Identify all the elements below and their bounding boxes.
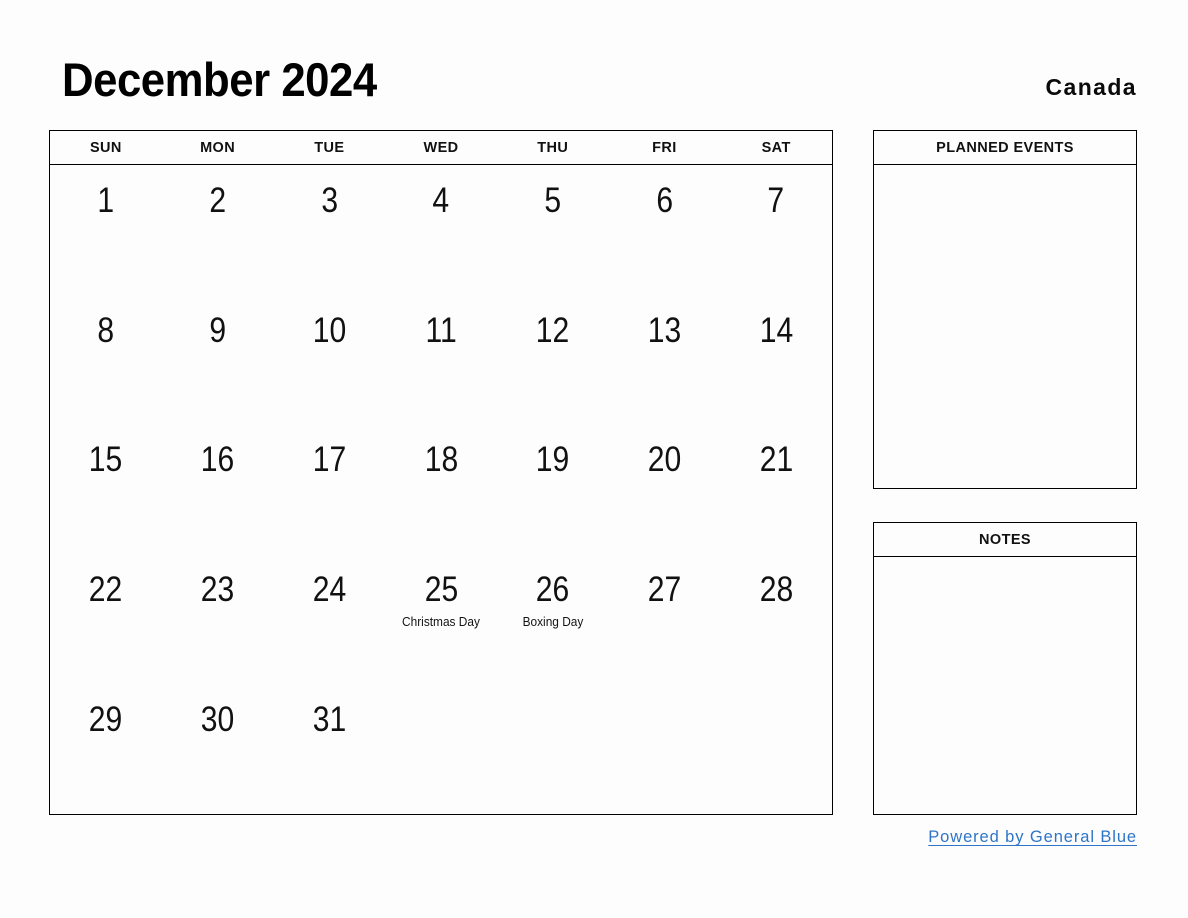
day-cell[interactable]: 5	[497, 165, 609, 295]
day-cell[interactable]: 26 Boxing Day	[497, 554, 609, 684]
calendar-week-row: 22 23 24 25 Christmas Day 26 Boxing Day 27 28	[50, 554, 832, 684]
day-cell[interactable]: 18	[385, 424, 497, 554]
day-number: 14	[759, 310, 793, 350]
day-cell[interactable]: 3	[273, 165, 385, 295]
day-cell-empty	[720, 684, 832, 814]
day-cell[interactable]: 11	[385, 295, 497, 425]
day-cell[interactable]: 20	[609, 424, 721, 554]
day-cell[interactable]: 22	[50, 554, 162, 684]
day-number: 5	[544, 181, 562, 220]
day-cell-empty	[385, 684, 497, 814]
calendar-week-row: 1 2 3 4 5 6 7	[50, 165, 832, 295]
day-number: 9	[209, 310, 226, 350]
weekday-header-fri: FRI	[652, 139, 677, 156]
day-number: 22	[89, 570, 123, 610]
day-cell-empty	[609, 684, 721, 814]
day-number: 7	[767, 181, 785, 220]
day-number: 16	[200, 440, 235, 480]
day-cell[interactable]: 14	[720, 295, 832, 425]
day-number: 6	[656, 181, 673, 220]
day-number: 15	[89, 440, 123, 480]
weekday-header-sun: SUN	[89, 139, 122, 156]
day-cell[interactable]: 4	[385, 165, 497, 295]
day-number: 29	[89, 699, 123, 739]
day-cell[interactable]: 31	[273, 684, 385, 814]
day-event-label: Christmas Day	[402, 615, 480, 630]
day-number: 11	[425, 310, 457, 350]
calendar-week-row: 15 16 17 18 19 20 21	[50, 424, 832, 554]
notes-area[interactable]	[874, 557, 1136, 813]
day-cell[interactable]: 9	[162, 295, 274, 425]
day-number: 31	[312, 699, 347, 739]
country-label: Canada	[1045, 74, 1137, 100]
day-cell-empty	[497, 684, 609, 814]
day-cell[interactable]: 16	[162, 424, 274, 554]
day-number: 17	[312, 440, 347, 480]
day-number: 28	[759, 570, 793, 610]
weekday-header-wed: WED	[423, 139, 459, 156]
day-cell[interactable]: 28	[720, 554, 832, 684]
calendar-week-row: 29 30 31	[50, 684, 832, 814]
day-cell[interactable]: 13	[609, 295, 721, 425]
day-cell[interactable]: 23	[162, 554, 274, 684]
powered-by-link[interactable]: Powered by General Blue	[928, 828, 1137, 846]
day-cell[interactable]: 17	[273, 424, 385, 554]
day-cell[interactable]: 2	[162, 165, 274, 295]
planned-events-title: PLANNED EVENTS	[874, 131, 1136, 165]
day-number: 20	[647, 440, 682, 480]
page-title: December 2024	[62, 53, 377, 106]
day-cell[interactable]: 8	[50, 295, 162, 425]
day-number: 12	[535, 310, 570, 350]
day-cell[interactable]: 25 Christmas Day	[385, 554, 497, 684]
planned-events-panel: PLANNED EVENTS	[873, 130, 1137, 489]
day-number: 27	[647, 570, 682, 610]
weekday-header-tue: TUE	[314, 139, 345, 156]
day-number: 1	[97, 181, 115, 220]
notes-panel: NOTES	[873, 522, 1137, 815]
day-number: 23	[200, 570, 235, 610]
calendar-week-row: 8 9 10 11 12 13 14	[50, 295, 832, 425]
sidebar: PLANNED EVENTS NOTES	[873, 130, 1137, 815]
calendar-grid: SUN MON TUE WED THU FRI SAT 1 2 3 4 5 6 7 8 9 10 11 12 13 1…	[49, 130, 833, 815]
weekday-header-mon: MON	[200, 139, 236, 156]
day-cell[interactable]: 6	[609, 165, 721, 295]
day-number: 30	[200, 699, 235, 739]
day-cell[interactable]: 30	[162, 684, 274, 814]
day-number: 10	[312, 310, 347, 350]
planned-events-area[interactable]	[874, 165, 1136, 487]
day-cell[interactable]: 12	[497, 295, 609, 425]
day-number: 21	[759, 440, 793, 480]
day-number: 24	[312, 570, 347, 610]
day-number: 18	[424, 440, 458, 480]
day-cell[interactable]: 1	[50, 165, 162, 295]
page-header: December 2024 Canada	[49, 52, 1137, 114]
day-number: 19	[535, 440, 570, 480]
day-number: 8	[97, 310, 115, 350]
day-number: 4	[432, 181, 450, 220]
calendar-weeks: 1 2 3 4 5 6 7 8 9 10 11 12 13 14 15 16 17 18 19 20 21 22 23 24 2…	[50, 165, 832, 813]
day-cell[interactable]: 19	[497, 424, 609, 554]
weekday-header-thu: THU	[537, 139, 569, 156]
day-cell[interactable]: 7	[720, 165, 832, 295]
day-number: 13	[647, 310, 682, 350]
notes-title: NOTES	[874, 523, 1136, 557]
weekday-header-sat: SAT	[761, 139, 791, 156]
day-cell[interactable]: 24	[273, 554, 385, 684]
weekday-header-row: SUN MON TUE WED THU FRI SAT	[50, 131, 832, 165]
day-cell[interactable]: 15	[50, 424, 162, 554]
day-number: 25	[424, 570, 458, 610]
day-number: 2	[209, 181, 226, 220]
footer: Powered by General Blue	[873, 828, 1137, 847]
day-cell[interactable]: 10	[273, 295, 385, 425]
day-cell[interactable]: 29	[50, 684, 162, 814]
day-cell[interactable]: 21	[720, 424, 832, 554]
day-number: 26	[535, 570, 570, 610]
day-cell[interactable]: 27	[609, 554, 721, 684]
day-event-label: Boxing Day	[522, 615, 584, 630]
day-number: 3	[320, 181, 338, 220]
